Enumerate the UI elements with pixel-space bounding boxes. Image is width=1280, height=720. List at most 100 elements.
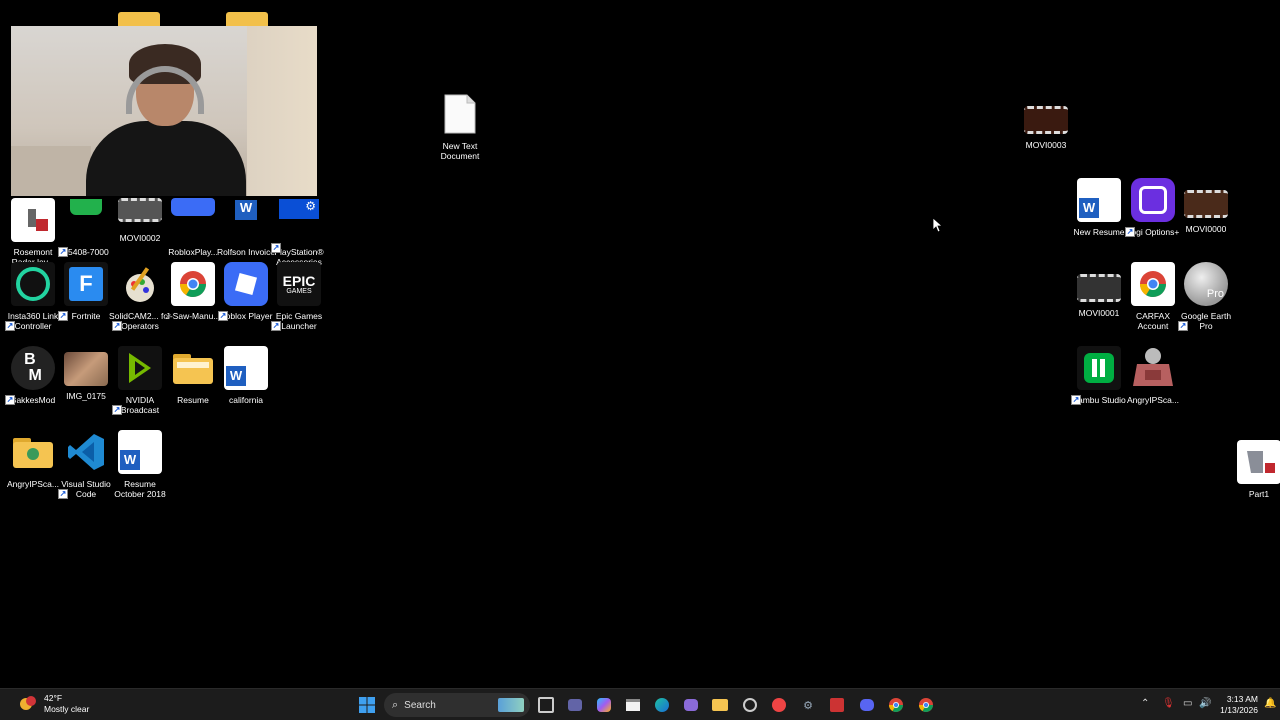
desktop-icon-carfax[interactable]: CARFAX Account (1125, 262, 1181, 331)
desktop-icon-angryip-folder[interactable]: AngryIPSca... (5, 430, 61, 489)
desktop-icon-google-earth[interactable]: Pro ↗ Google Earth Pro (1178, 262, 1234, 331)
photo-icon (64, 352, 108, 386)
desktop-icon-jsaw[interactable]: J-Saw-Manu... (165, 262, 221, 321)
icon-label: MOVI0001 (1078, 308, 1120, 318)
discord-icon[interactable] (857, 695, 877, 715)
solid-part-icon (1237, 440, 1280, 484)
icon-label: MOVI0002 (119, 233, 161, 243)
icon-label: Part1 (1248, 489, 1270, 499)
roblox-icon (171, 198, 215, 242)
search-highlight-icon (498, 698, 524, 712)
video-file-icon (118, 198, 162, 222)
desktop-icon-logi[interactable]: ↗ Logi Options+ (1125, 178, 1181, 237)
solidcam-icon (118, 262, 162, 306)
file-explorer-icon[interactable] (710, 695, 730, 715)
shortcut-arrow-icon: ↗ (58, 247, 68, 257)
weather-icon (20, 696, 36, 710)
desktop-icon-movi0001[interactable]: MOVI0001 (1071, 262, 1127, 318)
shortcut-arrow-icon: ↗ (271, 243, 281, 253)
desktop-icon-angryip[interactable]: AngryIPSca... (1125, 346, 1181, 405)
solidworks-icon[interactable] (827, 695, 847, 715)
desktop-icon-movi0002[interactable]: MOVI0002 (112, 198, 168, 243)
shortcut-arrow-icon: ↗ (58, 311, 68, 321)
mouse-cursor-icon (933, 218, 943, 233)
chrome-icon[interactable] (886, 695, 906, 715)
desktop-icon-resume-2018[interactable]: W Resume October 2018 (112, 430, 168, 499)
icon-label: IMG_0175 (66, 391, 106, 401)
network-icon[interactable]: ▭ (1183, 698, 1192, 709)
desktop-icon-insta360[interactable]: ↗ Insta360 Link Controller (5, 262, 61, 331)
game-icon[interactable] (681, 695, 701, 715)
shortcut-arrow-icon: ↗ (1178, 321, 1188, 331)
desktop: Rosemont Radar lev... ↗ 05408-7000 MOVI0… (0, 0, 1280, 688)
shortcut-arrow-icon: ↗ (112, 321, 122, 331)
desktop-icon-rosemont[interactable]: Rosemont Radar lev... (5, 198, 61, 267)
desktop-icon-nvidia[interactable]: ↗ NVIDIA Broadcast (112, 346, 168, 415)
desktop-icon-robloxplay[interactable]: RobloxPlay... (165, 198, 221, 257)
desktop-icon-resume-folder[interactable]: Resume (165, 346, 221, 405)
shortcut-arrow-icon: ↗ (112, 405, 122, 415)
app-icon[interactable] (769, 695, 789, 715)
shortcut-arrow-icon: ↗ (5, 321, 15, 331)
playstation-gear-icon: ⚙ (277, 198, 321, 242)
desktop-icon-epic[interactable]: EPIC GAMES ↗ Epic Games Launcher (271, 262, 327, 331)
desktop-icon-ps-accessories[interactable]: ⚙ ↗ PlayStation® Accessories (271, 198, 327, 267)
video-file-icon (1184, 190, 1228, 218)
roblox-icon (224, 262, 268, 306)
desktop-icon-new-resume[interactable]: W New Resume (1071, 178, 1127, 237)
shortcut-arrow-icon: ↗ (1071, 395, 1081, 405)
chevron-up-icon[interactable]: ⌃ (1141, 698, 1149, 709)
volume-icon[interactable]: 🔊 (1199, 698, 1211, 709)
desktop-icon-new-text-document[interactable]: New Text Document (432, 92, 488, 161)
webcam-preview (11, 26, 317, 196)
chrome-alt-icon[interactable] (916, 695, 936, 715)
weather-condition: Mostly clear (44, 704, 90, 714)
windows-start-icon[interactable] (357, 695, 377, 715)
angryip-icon (1131, 346, 1175, 390)
insta360-icon (11, 262, 55, 306)
desktop-icon-movi0000[interactable]: MOVI0000 (1178, 178, 1234, 234)
desktop-icon-img0175[interactable]: IMG_0175 (58, 346, 114, 401)
folder-icon[interactable] (226, 12, 268, 26)
desktop-icon-movi0003[interactable]: MOVI0003 (1018, 100, 1074, 150)
taskbar-clock[interactable]: 3:13 AM 1/13/2026 (1220, 694, 1258, 716)
desktop-icon-vscode[interactable]: ↗ Visual Studio Code (58, 430, 114, 499)
search-placeholder: Search (404, 699, 436, 711)
desktop-icon-part1[interactable]: Part1 (1231, 440, 1280, 499)
edge-icon[interactable] (652, 695, 672, 715)
word-doc-icon: W (224, 198, 268, 242)
icon-label: MOVI0000 (1185, 224, 1227, 234)
shortcut-arrow-icon: ↗ (218, 311, 228, 321)
icon-label: New Text Document (440, 141, 480, 161)
folder-icon (11, 430, 55, 474)
desktop-icon-solidcam[interactable]: ↗ SolidCAM2... for Operators (109, 262, 171, 331)
epic-games-icon: EPIC GAMES (277, 262, 321, 306)
desktop-icon-roblox-player[interactable]: ↗ Roblox Player (218, 262, 274, 321)
chrome-doc-icon (1131, 262, 1175, 306)
settings-icon[interactable]: ⚙ (798, 695, 818, 715)
taskbar: 42°F Mostly clear ⌕ Search ⚙ ⌃ 🎙 ▭ 🔊 3:1… (0, 688, 1280, 720)
folder-icon (171, 346, 215, 390)
microphone-icon[interactable]: 🎙 (1162, 698, 1175, 709)
desktop-icon-rolfson[interactable]: W Rolfson Invoice (217, 198, 275, 257)
green-app-icon (64, 198, 108, 242)
weather-temp: 42°F (44, 693, 63, 703)
desktop-icon-california[interactable]: W california (218, 346, 274, 405)
text-file-icon (438, 92, 482, 136)
folder-icon[interactable] (118, 12, 160, 26)
copilot-icon[interactable] (594, 695, 614, 715)
desktop-icon-bakkesmod[interactable]: B M ↗ BakkesMod (5, 346, 61, 405)
task-view-icon[interactable] (536, 695, 556, 715)
notification-bell-icon[interactable]: 🔔 (1264, 698, 1276, 709)
weather-widget[interactable]: 42°F Mostly clear (18, 693, 89, 715)
desktop-icon-bambu[interactable]: ↗ Bambu Studio (1071, 346, 1127, 405)
desktop-icon-fortnite[interactable]: F ↗ Fortnite (58, 262, 114, 321)
store-icon[interactable] (623, 695, 643, 715)
search-icon: ⌕ (392, 698, 399, 711)
snipping-icon[interactable] (740, 695, 760, 715)
excel-doc-icon (11, 198, 55, 242)
teams-icon[interactable] (565, 695, 585, 715)
taskbar-search[interactable]: ⌕ Search (384, 693, 530, 717)
shortcut-arrow-icon: ↗ (1125, 227, 1135, 237)
desktop-icon-05408[interactable]: ↗ 05408-7000 (58, 198, 114, 257)
